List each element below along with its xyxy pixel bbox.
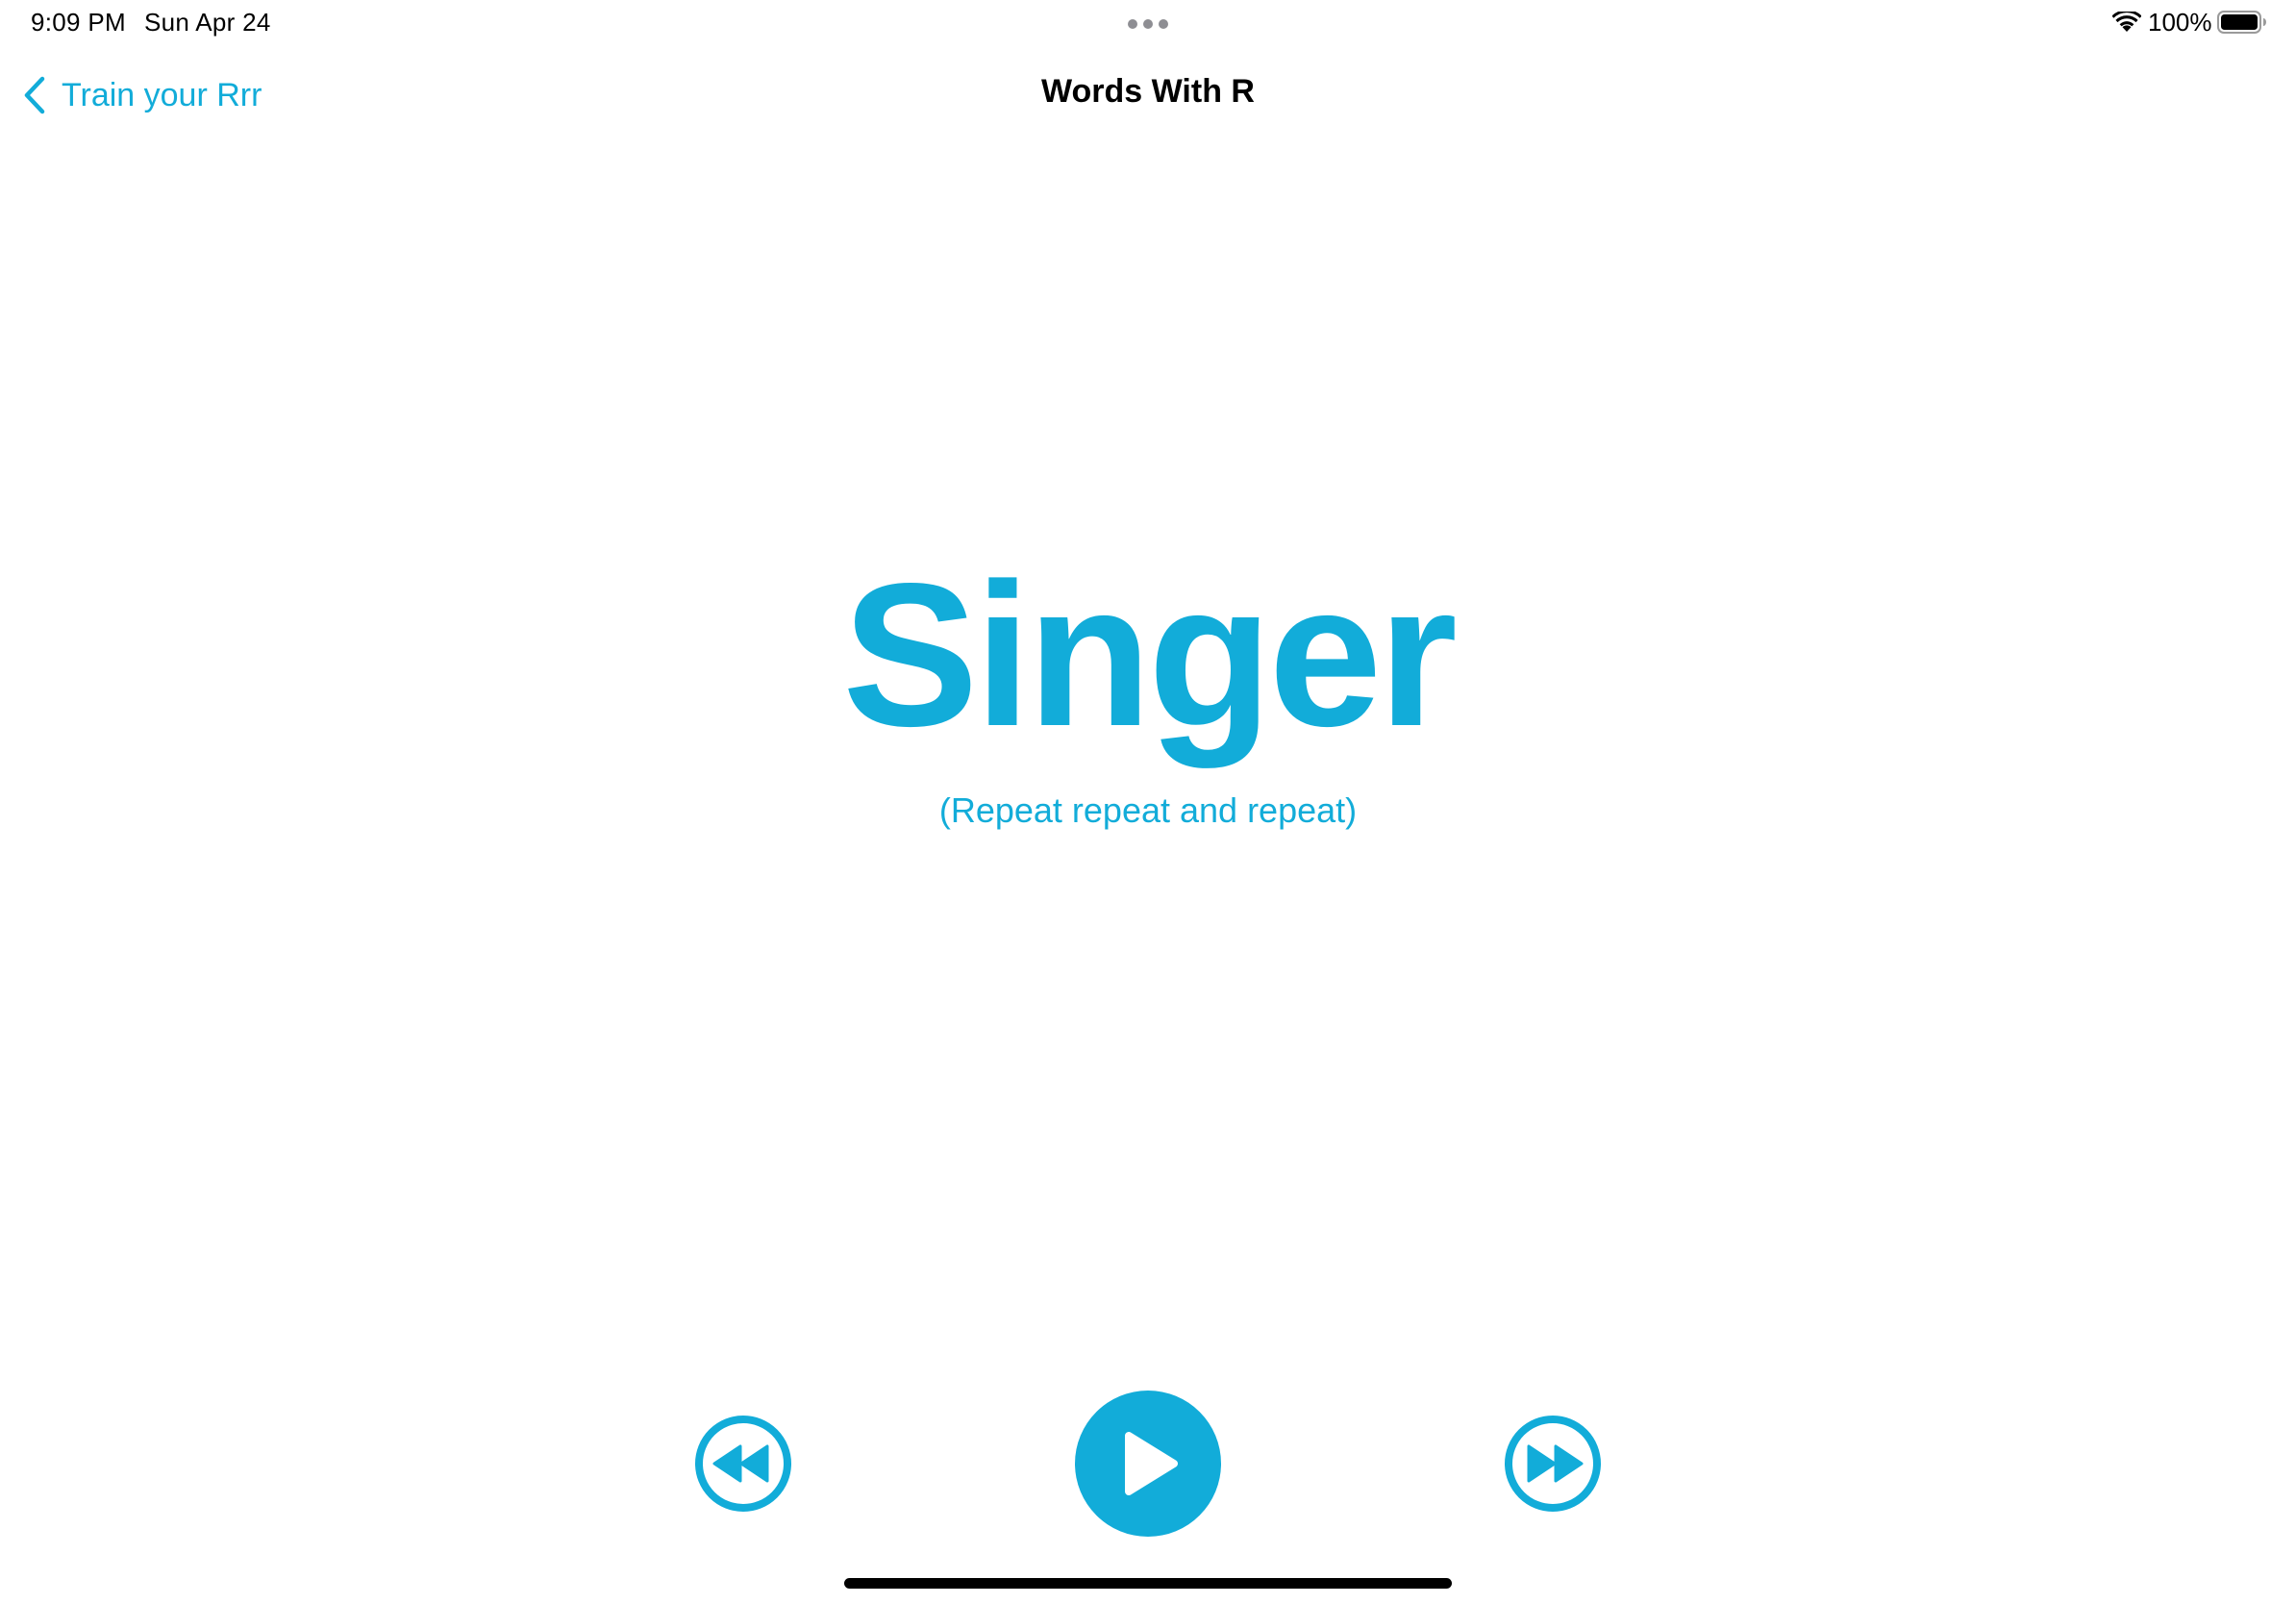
play-button[interactable]	[1075, 1391, 1221, 1537]
status-time: 9:09 PM	[31, 8, 126, 37]
fast-forward-button[interactable]	[1503, 1414, 1603, 1514]
page-title: Words With R	[1041, 73, 1255, 110]
practice-word: Singer	[842, 540, 1458, 768]
rewind-icon	[695, 1416, 791, 1512]
status-date: Sun Apr 24	[144, 8, 271, 37]
battery-percent: 100%	[2148, 8, 2212, 37]
battery-icon	[2217, 11, 2266, 34]
play-icon	[1075, 1391, 1221, 1537]
rewind-button[interactable]	[693, 1414, 793, 1514]
multitasking-dots-icon[interactable]	[1127, 18, 1169, 30]
home-indicator[interactable]	[844, 1578, 1452, 1589]
screen: 9:09 PM Sun Apr 24 100% Train your Rrr W…	[0, 0, 2296, 1604]
practice-hint: (Repeat repeat and repeat)	[938, 790, 1358, 830]
wifi-icon	[2112, 12, 2141, 32]
fast-forward-icon	[1505, 1416, 1601, 1512]
